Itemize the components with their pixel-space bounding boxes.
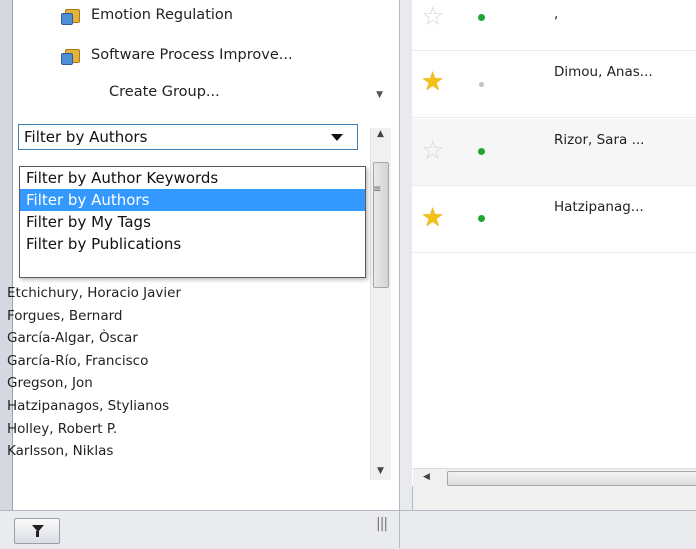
group-item[interactable]: Software Process Improve... <box>13 42 293 68</box>
star-filled-icon[interactable]: ★ <box>421 69 444 95</box>
document-hscrollbar[interactable]: ◀ <box>413 468 696 489</box>
scroll-left-icon[interactable]: ◀ <box>423 472 430 482</box>
read-dot-icon <box>479 82 484 87</box>
document-list: ☆ , ★ Dimou, Anas... ☆ Rizor, Sara ... ★… <box>412 0 696 486</box>
table-row[interactable]: ☆ Rizor, Sara ... <box>412 119 696 186</box>
document-authors: Rizor, Sara ... <box>554 132 645 148</box>
scrollbar-thumb[interactable] <box>373 162 389 288</box>
table-row[interactable]: ★ Dimou, Anas... <box>412 51 696 118</box>
star-empty-icon[interactable]: ☆ <box>421 138 444 164</box>
unread-dot-icon <box>478 148 485 155</box>
star-filled-icon[interactable]: ★ <box>421 205 444 231</box>
list-item[interactable]: Gregson, Jon <box>7 372 181 395</box>
status-bar <box>0 510 696 549</box>
document-authors: , <box>554 6 559 22</box>
list-item[interactable]: García-Algar, Òscar <box>7 327 181 350</box>
group-item[interactable]: Emotion Regulation <box>13 2 233 28</box>
unread-dot-icon <box>478 215 485 222</box>
filter-scrollbar[interactable]: ▲ ≡ ▼ <box>370 128 391 480</box>
filter-option-authors[interactable]: Filter by Authors <box>20 189 365 211</box>
group-label: Software Process Improve... <box>91 47 293 63</box>
star-empty-icon[interactable]: ☆ <box>421 4 444 30</box>
groups-scroll-down-icon[interactable]: ▼ <box>376 90 383 100</box>
unread-dot-icon <box>478 14 485 21</box>
filter-option-publications[interactable]: Filter by Publications <box>20 233 365 255</box>
scrollbar-thumb[interactable] <box>447 471 696 486</box>
folder-group-icon <box>61 6 81 25</box>
list-item[interactable]: Etchichury, Horacio Javier <box>7 282 181 305</box>
list-item[interactable]: Karlsson, Niklas <box>7 440 181 463</box>
panel-splitter[interactable] <box>399 0 413 510</box>
chevron-down-icon <box>331 134 343 141</box>
resize-grip-icon[interactable]: ||| <box>376 516 388 532</box>
document-authors: Hatzipanag... <box>554 199 644 215</box>
folder-group-icon <box>61 46 81 65</box>
grip-icon: ≡ <box>373 184 382 195</box>
list-item[interactable]: Holley, Robert P. <box>7 418 181 441</box>
list-item[interactable]: Forgues, Bernard <box>7 305 181 328</box>
status-bar-divider <box>399 511 400 548</box>
scroll-down-icon[interactable]: ▼ <box>377 466 384 476</box>
filter-toggle-button[interactable] <box>14 518 60 544</box>
groups-panel: Emotion Regulation Software Process Impr… <box>13 0 399 117</box>
filter-option-my-tags[interactable]: Filter by My Tags <box>20 211 365 233</box>
document-authors: Dimou, Anas... <box>554 64 653 80</box>
create-group-link[interactable]: Create Group... <box>109 84 220 100</box>
filter-select[interactable]: Filter by Authors <box>18 124 358 150</box>
table-row[interactable]: ★ Hatzipanag... <box>412 186 696 253</box>
list-item[interactable]: García-Río, Francisco <box>7 350 181 373</box>
table-row[interactable]: ☆ , <box>412 0 696 51</box>
filter-option-author-keywords[interactable]: Filter by Author Keywords <box>20 167 365 189</box>
scroll-up-icon[interactable]: ▲ <box>377 129 384 139</box>
filter-dropdown-list: Filter by Author Keywords Filter by Auth… <box>19 166 366 278</box>
list-item[interactable]: Hatzipanagos, Stylianos <box>7 395 181 418</box>
filter-select-value: Filter by Authors <box>24 128 148 146</box>
group-label: Emotion Regulation <box>91 7 233 23</box>
